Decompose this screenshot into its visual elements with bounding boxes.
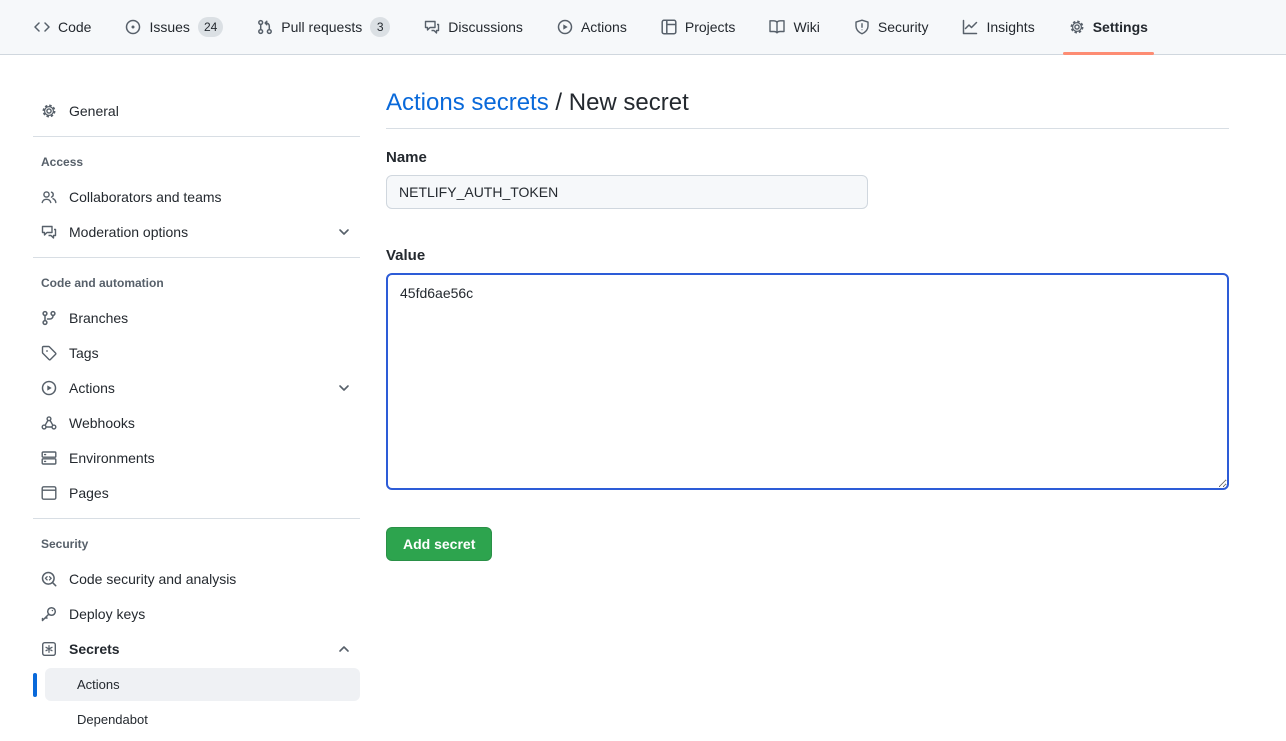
sidebar-subitem-actions-secrets[interactable]: Actions — [45, 668, 360, 701]
name-field-label: Name — [386, 149, 1229, 166]
server-icon — [41, 450, 57, 466]
issue-opened-icon — [125, 19, 141, 35]
sidebar-item-pages[interactable]: Pages — [33, 477, 360, 508]
tab-label: Projects — [685, 19, 736, 35]
sidebar-item-label: General — [69, 103, 119, 119]
sidebar-item-label: Actions — [69, 380, 115, 396]
tab-label: Security — [878, 19, 929, 35]
sidebar-divider — [33, 257, 360, 258]
tab-label: Settings — [1093, 19, 1148, 35]
tab-insights[interactable]: Insights — [952, 0, 1044, 54]
sidebar-item-webhooks[interactable]: Webhooks — [33, 407, 360, 438]
sidebar-item-label: Moderation options — [69, 224, 188, 240]
sidebar-item-label: Secrets — [69, 641, 120, 657]
shield-icon — [854, 19, 870, 35]
tag-icon — [41, 345, 57, 361]
tab-label: Wiki — [793, 19, 819, 35]
chevron-down-icon — [336, 380, 352, 396]
webhook-icon — [41, 415, 57, 431]
sidebar-item-label: Webhooks — [69, 415, 135, 431]
tab-projects[interactable]: Projects — [651, 0, 746, 54]
tab-wiki[interactable]: Wiki — [759, 0, 829, 54]
sidebar-subitem-dependabot-secrets[interactable]: Dependabot — [45, 703, 360, 736]
tab-pull-requests[interactable]: Pull requests 3 — [247, 0, 400, 54]
pull-requests-count-badge: 3 — [370, 17, 390, 37]
tab-actions[interactable]: Actions — [547, 0, 637, 54]
breadcrumb-current: New secret — [569, 89, 689, 116]
comment-discussion-icon — [424, 19, 440, 35]
chevron-up-icon — [336, 641, 352, 657]
issues-count-badge: 24 — [198, 17, 223, 37]
tab-discussions[interactable]: Discussions — [414, 0, 533, 54]
people-icon — [41, 189, 57, 205]
code-icon — [34, 19, 50, 35]
secret-value-textarea[interactable]: 45fd6ae56c — [386, 273, 1229, 490]
add-secret-button[interactable]: Add secret — [386, 527, 492, 561]
sidebar-item-label: Actions — [77, 677, 120, 692]
main-content: Actions secrets / New secret Name Value … — [360, 55, 1286, 741]
tab-label: Insights — [986, 19, 1034, 35]
graph-icon — [962, 19, 978, 35]
sidebar-item-label: Dependabot — [77, 712, 148, 727]
key-icon — [41, 606, 57, 622]
tab-label: Discussions — [448, 19, 523, 35]
book-icon — [769, 19, 785, 35]
sidebar-section-title-security: Security — [33, 533, 360, 555]
tab-label: Pull requests — [281, 19, 362, 35]
sidebar-item-collaborators-and-teams[interactable]: Collaborators and teams — [33, 181, 360, 212]
sidebar-item-label: Collaborators and teams — [69, 189, 222, 205]
sidebar-item-label: Tags — [69, 345, 99, 361]
sidebar-item-label: Deploy keys — [69, 606, 145, 622]
git-pull-request-icon — [257, 19, 273, 35]
sidebar-item-label: Code security and analysis — [69, 571, 236, 587]
secret-asterisk-icon — [41, 641, 57, 657]
sidebar-item-tags[interactable]: Tags — [33, 337, 360, 368]
tab-security[interactable]: Security — [844, 0, 939, 54]
sidebar-item-environments[interactable]: Environments — [33, 442, 360, 473]
gear-icon — [1069, 19, 1085, 35]
play-icon — [41, 380, 57, 396]
repo-nav: Code Issues 24 Pull requests 3 Discussio… — [0, 0, 1286, 55]
value-field-label: Value — [386, 247, 1229, 264]
tab-code[interactable]: Code — [24, 0, 101, 54]
git-branch-icon — [41, 310, 57, 326]
breadcrumb-separator: / — [549, 89, 569, 116]
sidebar-item-moderation-options[interactable]: Moderation options — [33, 216, 360, 247]
sidebar-section-title-access: Access — [33, 151, 360, 173]
tab-label: Code — [58, 19, 91, 35]
browser-icon — [41, 485, 57, 501]
sidebar-item-secrets[interactable]: Secrets — [33, 633, 360, 664]
gear-icon — [41, 103, 57, 119]
actions-secrets-breadcrumb-link[interactable]: Actions secrets — [386, 89, 549, 116]
sidebar-item-actions[interactable]: Actions — [33, 372, 360, 403]
sidebar-item-label: Pages — [69, 485, 109, 501]
heading-divider — [386, 128, 1229, 129]
sidebar-item-branches[interactable]: Branches — [33, 302, 360, 333]
tab-label: Issues — [149, 19, 189, 35]
sidebar-section-title-code-automation: Code and automation — [33, 272, 360, 294]
play-icon — [557, 19, 573, 35]
chevron-down-icon — [336, 224, 352, 240]
sidebar-divider — [33, 518, 360, 519]
page-title: Actions secrets / New secret — [386, 88, 1229, 118]
sidebar-item-code-security-and-analysis[interactable]: Code security and analysis — [33, 563, 360, 594]
codescan-icon — [41, 571, 57, 587]
tab-issues[interactable]: Issues 24 — [115, 0, 233, 54]
comment-discussion-icon — [41, 224, 57, 240]
table-icon — [661, 19, 677, 35]
sidebar-item-label: Environments — [69, 450, 155, 466]
sidebar-divider — [33, 136, 360, 137]
secret-name-input[interactable] — [386, 175, 868, 209]
settings-sidebar: General Access Collaborators and teams M… — [33, 55, 360, 741]
tab-label: Actions — [581, 19, 627, 35]
sidebar-item-deploy-keys[interactable]: Deploy keys — [33, 598, 360, 629]
sidebar-item-general[interactable]: General — [33, 95, 360, 126]
sidebar-item-label: Branches — [69, 310, 128, 326]
tab-settings[interactable]: Settings — [1059, 0, 1158, 54]
